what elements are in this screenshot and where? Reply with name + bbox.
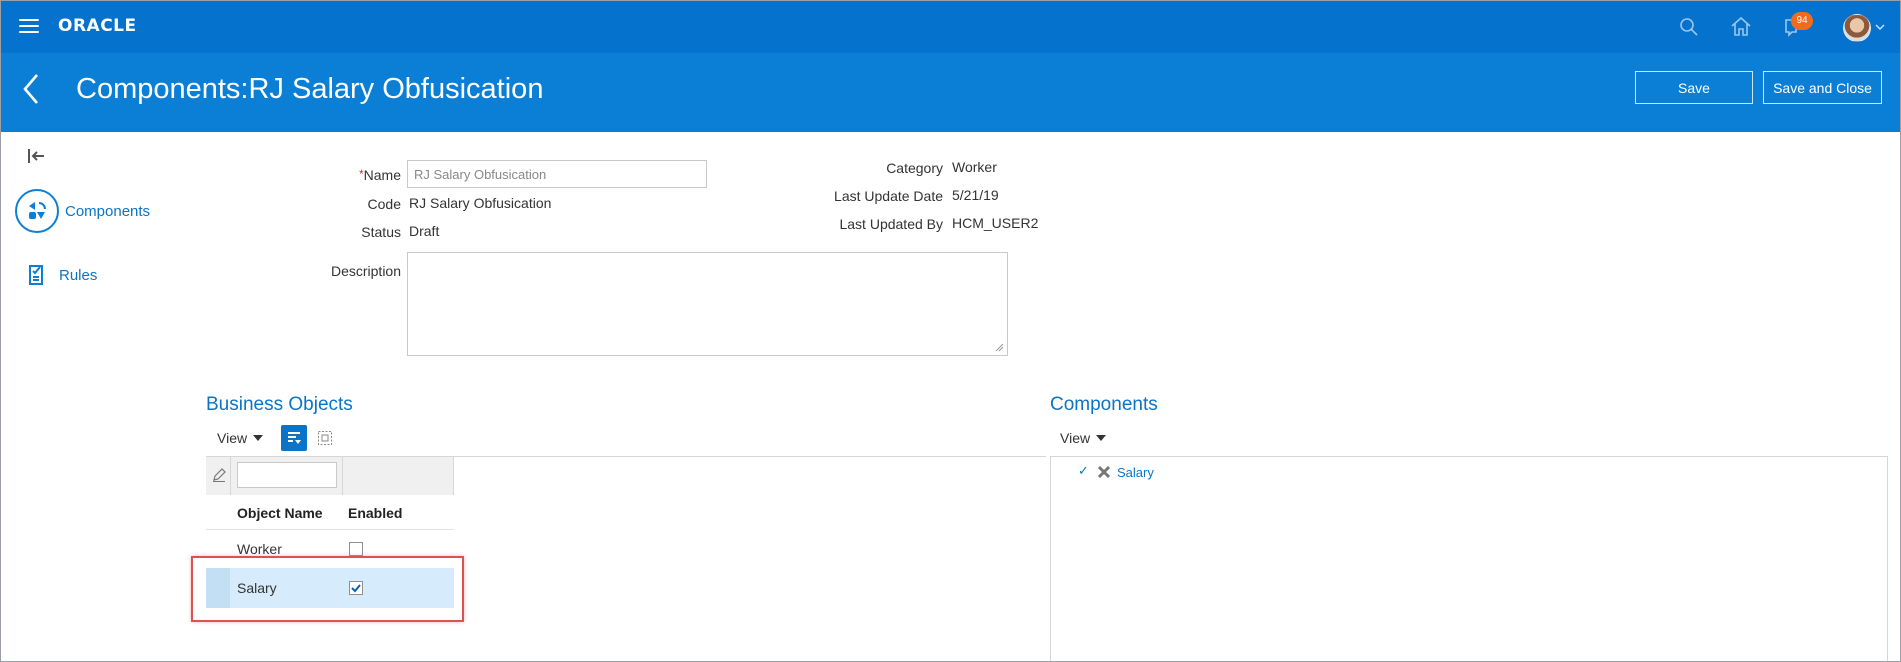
object-name-filter-input[interactable] (237, 462, 337, 488)
global-header: ORACLE 94 (1, 1, 1900, 53)
notification-badge: 94 (1791, 12, 1813, 30)
code-value: RJ Salary Obfusication (409, 195, 552, 211)
page-title: Components:RJ Salary Obfusication (76, 73, 544, 105)
menu-icon[interactable] (19, 19, 39, 35)
last-update-date-value: 5/21/19 (952, 187, 999, 203)
tree-item-salary[interactable]: Salary (1117, 465, 1154, 480)
components-icon (15, 189, 59, 233)
checkmark-icon[interactable]: ✓ (1078, 463, 1089, 479)
view-label: View (217, 430, 248, 446)
last-updated-by-label: Last Updated By (839, 216, 943, 232)
query-by-example-icon[interactable] (281, 425, 307, 451)
status-value: Draft (409, 223, 440, 239)
collapse-panel-icon[interactable] (27, 148, 47, 164)
remove-icon[interactable] (1097, 465, 1111, 479)
edit-icon[interactable] (211, 467, 227, 483)
components-title: Components (1050, 394, 1158, 415)
last-updated-by-value: HCM_USER2 (952, 215, 1039, 231)
callout-highlight (191, 556, 464, 622)
caret-down-icon (1096, 435, 1107, 441)
category-value: Worker (952, 159, 997, 175)
name-label: *Name (358, 167, 401, 183)
divider (342, 457, 343, 495)
search-icon[interactable] (1677, 15, 1701, 39)
category-label: Category (886, 160, 943, 176)
oracle-logo: ORACLE (58, 16, 137, 36)
description-field[interactable] (407, 252, 1008, 356)
name-input[interactable] (407, 160, 707, 188)
back-icon[interactable] (19, 71, 43, 107)
divider (206, 529, 454, 530)
page-header: Components:RJ Salary Obfusication Save S… (1, 53, 1900, 132)
description-label: Description (330, 263, 401, 279)
save-button[interactable]: Save (1635, 71, 1753, 104)
divider (230, 457, 231, 495)
resize-grip-icon[interactable] (994, 342, 1004, 352)
nav-label-rules: Rules (59, 266, 98, 284)
components-view-menu[interactable]: View (1060, 430, 1107, 446)
avatar[interactable] (1843, 14, 1871, 42)
code-label: Code (367, 196, 401, 212)
components-tree-panel (1050, 456, 1888, 661)
view-label: View (1060, 430, 1091, 446)
business-objects-view-menu[interactable]: View (217, 430, 264, 446)
business-objects-title: Business Objects (206, 394, 353, 415)
nav-label-components: Components (65, 202, 151, 220)
last-update-date-label: Last Update Date (834, 188, 943, 204)
caret-down-icon (253, 435, 264, 441)
rules-icon (29, 265, 43, 285)
worker-enabled-checkbox[interactable] (349, 542, 363, 556)
app-window: ORACLE 94 Components:RJ Salary Obfusicat… (0, 0, 1901, 662)
column-header-object-name[interactable]: Object Name (237, 505, 323, 521)
save-and-close-button[interactable]: Save and Close (1763, 71, 1882, 104)
status-label: Status (361, 224, 401, 240)
nav-item-components[interactable]: Components (15, 189, 150, 233)
chevron-down-icon[interactable] (1874, 21, 1886, 33)
column-header-enabled[interactable]: Enabled (348, 505, 402, 521)
detach-icon[interactable] (312, 425, 338, 451)
home-icon[interactable] (1729, 15, 1753, 39)
table-row-worker-name[interactable]: Worker (237, 541, 282, 557)
nav-item-rules[interactable]: Rules (27, 263, 97, 287)
